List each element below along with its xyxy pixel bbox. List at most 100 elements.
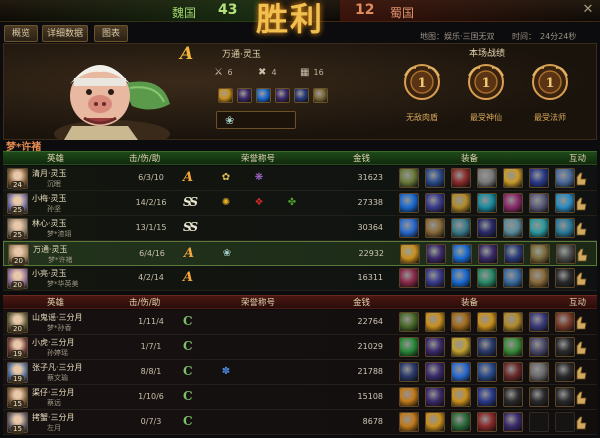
equipment-slot[interactable]	[425, 168, 445, 188]
player-row[interactable]: 15 渠仔·三分月 蔡远 1/10/6 C 15108	[3, 385, 597, 410]
equipment-slot[interactable]	[313, 88, 328, 103]
equipment-slot[interactable]	[399, 168, 419, 188]
equipment-slot[interactable]	[555, 268, 575, 288]
equipment-slot[interactable]	[503, 312, 523, 332]
interact-icon[interactable]	[574, 365, 588, 380]
interact-icon[interactable]	[574, 196, 588, 211]
equipment-slot[interactable]	[425, 268, 445, 288]
equipment-slot[interactable]	[426, 244, 446, 264]
interact-icon[interactable]	[574, 340, 588, 355]
close-icon[interactable]: ✕	[580, 2, 596, 18]
tab-details[interactable]: 详细数据	[42, 25, 88, 42]
equipment-slot[interactable]	[503, 168, 523, 188]
equipment-slot[interactable]	[555, 168, 575, 188]
equipment-slot[interactable]	[477, 412, 497, 432]
equipment-slot[interactable]	[503, 387, 523, 407]
equipment-slot[interactable]	[529, 387, 549, 407]
equipment-slot[interactable]	[399, 337, 419, 357]
player-row[interactable]: 19 张子凡·三分月 蔡文瑜 8/8/1 C ✽ 21788	[3, 360, 597, 385]
equipment-slot[interactable]	[555, 362, 575, 382]
equipment-slot[interactable]	[503, 218, 523, 238]
interact-icon[interactable]	[575, 247, 589, 262]
player-row[interactable]: 20 万通·灵玉 梦*许褚 6/4/16 A ❀ 22932	[3, 241, 597, 266]
player-row[interactable]: 20 小亮·灵玉 梦*华英美 4/2/14 A 16311	[3, 266, 597, 291]
equipment-slot[interactable]	[477, 268, 497, 288]
equipment-slot[interactable]	[529, 312, 549, 332]
equipment-slot[interactable]	[425, 312, 445, 332]
equipment-slot[interactable]	[477, 387, 497, 407]
interact-icon[interactable]	[574, 415, 588, 430]
equipment-slot[interactable]	[294, 88, 309, 103]
equipment-slot[interactable]	[451, 168, 471, 188]
equipment-slot[interactable]	[451, 268, 471, 288]
equipment-slot[interactable]	[425, 412, 445, 432]
interact-icon[interactable]	[574, 171, 588, 186]
equipment-slot[interactable]	[425, 387, 445, 407]
equipment-slot[interactable]	[275, 88, 290, 103]
equipment-slot[interactable]	[555, 387, 575, 407]
equipment-slot[interactable]	[529, 268, 549, 288]
equipment-slot[interactable]	[477, 193, 497, 213]
equipment-slot[interactable]	[503, 193, 523, 213]
tab-overview[interactable]: 概览	[4, 25, 38, 42]
equipment-slot[interactable]	[399, 268, 419, 288]
equipment-slot[interactable]	[529, 412, 549, 432]
equipment-slot[interactable]	[555, 193, 575, 213]
player-row[interactable]: 15 拷蟹·三分月 左月 0/7/3 C 8678	[3, 410, 597, 435]
equipment-slot[interactable]	[452, 244, 472, 264]
equipment-slot[interactable]	[529, 218, 549, 238]
equipment-slot[interactable]	[451, 412, 471, 432]
tab-charts[interactable]: 图表	[94, 25, 128, 42]
equipment-slot[interactable]	[555, 312, 575, 332]
equipment-slot[interactable]	[399, 193, 419, 213]
equipment-slot[interactable]	[451, 387, 471, 407]
equipment-slot[interactable]	[477, 337, 497, 357]
equipment-slot[interactable]	[503, 362, 523, 382]
player-row[interactable]: 25 林心·灵玉 梦*渣翊 13/1/15 SS 30364	[3, 216, 597, 241]
equipment-slot[interactable]	[399, 218, 419, 238]
equipment-slot[interactable]	[425, 218, 445, 238]
player-row[interactable]: 25 小梅·灵玉 孙坚 14/2/16 SS ✺ ❖ ✤ 27338	[3, 191, 597, 216]
equipment-slot[interactable]	[555, 337, 575, 357]
equipment-slot[interactable]	[529, 337, 549, 357]
equipment-slot[interactable]	[451, 362, 471, 382]
equipment-slot[interactable]	[400, 244, 420, 264]
equipment-slot[interactable]	[425, 193, 445, 213]
equipment-slot[interactable]	[399, 387, 419, 407]
equipment-slot[interactable]	[477, 312, 497, 332]
interact-icon[interactable]	[574, 390, 588, 405]
player-row[interactable]: 19 小虎·三分月 孙婷瑶 1/7/1 C 21029	[3, 335, 597, 360]
equipment-slot[interactable]	[425, 362, 445, 382]
equipment-slot[interactable]	[451, 312, 471, 332]
equipment-slot[interactable]	[555, 412, 575, 432]
equipment-slot[interactable]	[399, 362, 419, 382]
equipment-slot[interactable]	[451, 218, 471, 238]
equipment-slot[interactable]	[451, 337, 471, 357]
equipment-slot[interactable]	[477, 362, 497, 382]
equipment-slot[interactable]	[477, 168, 497, 188]
equipment-slot[interactable]	[530, 244, 550, 264]
equipment-slot[interactable]	[503, 412, 523, 432]
equipment-slot[interactable]	[425, 337, 445, 357]
equipment-slot[interactable]	[503, 268, 523, 288]
equipment-slot[interactable]	[556, 244, 576, 264]
equipment-slot[interactable]	[256, 88, 271, 103]
player-row[interactable]: 24 清月·灵玉 沉眠 6/3/10 A ✿ ❋ 31623	[3, 166, 597, 191]
equipment-slot[interactable]	[504, 244, 524, 264]
equipment-slot[interactable]	[399, 312, 419, 332]
equipment-slot[interactable]	[555, 218, 575, 238]
equipment-slot[interactable]	[218, 88, 233, 103]
equipment-slot[interactable]	[503, 337, 523, 357]
equipment-slot[interactable]	[451, 193, 471, 213]
equipment-slot[interactable]	[529, 362, 549, 382]
equipment-slot[interactable]	[399, 412, 419, 432]
interact-icon[interactable]	[574, 271, 588, 286]
equipment-slot[interactable]	[529, 193, 549, 213]
interact-icon[interactable]	[574, 315, 588, 330]
interact-icon[interactable]	[574, 221, 588, 236]
equipment-slot[interactable]	[478, 244, 498, 264]
player-row[interactable]: 20 山鬼谣·三分月 梦*孙香 1/11/4 C 22764	[3, 310, 597, 335]
equipment-slot[interactable]	[477, 218, 497, 238]
equipment-slot[interactable]	[529, 168, 549, 188]
equipment-slot[interactable]	[237, 88, 252, 103]
